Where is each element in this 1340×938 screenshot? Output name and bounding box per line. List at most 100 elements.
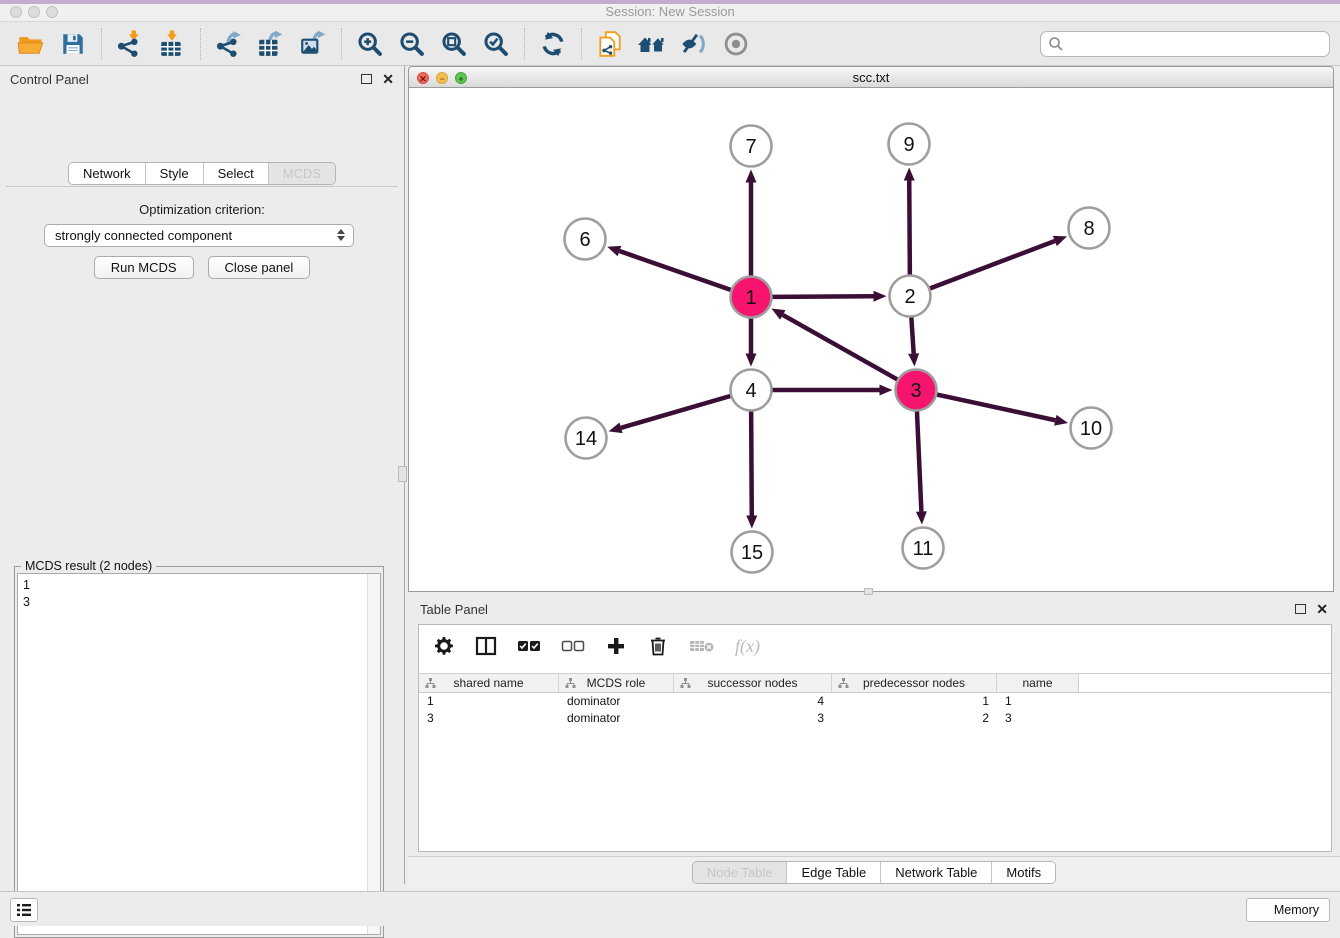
node-6[interactable]: 6 [565, 219, 606, 260]
edge-2-3[interactable] [911, 317, 913, 353]
export-image-icon[interactable] [298, 29, 328, 59]
svg-text:15: 15 [741, 542, 763, 564]
select-stepper-icon [337, 229, 345, 241]
control-panel: Control Panel ✕ NetworkStyleSelectMCDS O… [0, 66, 404, 884]
table-cell: 1 [832, 693, 997, 710]
hierarchy-icon [838, 678, 849, 689]
edge-arrow-1-2 [873, 291, 886, 302]
edge-1-2[interactable] [772, 296, 873, 297]
edge-arrow-3-10 [1054, 415, 1068, 426]
home-icon[interactable] [637, 29, 667, 59]
network-canvas[interactable]: 1 2 3 4 6 7 8 9 10 11 14 15 [408, 88, 1334, 592]
node-9[interactable]: 9 [889, 124, 930, 165]
export-network-icon[interactable] [214, 29, 244, 59]
column-header-name[interactable]: name [997, 674, 1079, 692]
horizontal-splitter-grip[interactable] [864, 588, 873, 595]
table-settings-icon[interactable] [433, 634, 455, 658]
column-label: MCDS role [587, 676, 646, 690]
table-cell: 4 [674, 693, 832, 710]
clone-network-icon[interactable] [595, 29, 625, 59]
tab-select[interactable]: Select [204, 163, 269, 184]
mcds-result-title: MCDS result (2 nodes) [21, 559, 156, 573]
mcds-result-area[interactable]: 13 [17, 573, 381, 935]
zoom-selected-icon[interactable] [481, 29, 511, 59]
table-row[interactable]: 1dominator411 [419, 693, 1331, 710]
close-panel-button[interactable]: Close panel [208, 256, 311, 279]
node-4[interactable]: 4 [731, 370, 772, 411]
tab-edge-table[interactable]: Edge Table [787, 862, 881, 883]
edge-arrow-3-11 [916, 511, 927, 524]
show-all-icon[interactable] [721, 29, 751, 59]
node-7[interactable]: 7 [731, 126, 772, 167]
delete-column-icon[interactable] [647, 634, 669, 658]
tab-node-table[interactable]: Node Table [693, 862, 788, 883]
tab-network-table[interactable]: Network Table [881, 862, 992, 883]
node-table-header-row: shared name MCDS role successor nodesprede… [419, 673, 1331, 693]
edge-arrow-2-3 [908, 353, 919, 366]
svg-text:10: 10 [1080, 418, 1102, 440]
zoom-fit-icon[interactable] [439, 29, 469, 59]
edge-3-11[interactable] [917, 411, 921, 511]
tab-mcds[interactable]: MCDS [269, 163, 335, 184]
edge-arrow-1-6 [607, 246, 621, 256]
tab-motifs[interactable]: Motifs [992, 862, 1055, 883]
node-2[interactable]: 2 [890, 276, 931, 317]
table-panel-close-icon[interactable]: ✕ [1316, 604, 1328, 614]
hierarchy-icon [565, 678, 576, 689]
import-table-icon[interactable] [157, 29, 187, 59]
node-15[interactable]: 15 [732, 532, 773, 573]
edge-1-6[interactable] [619, 251, 730, 290]
edge-arrow-1-4 [746, 354, 757, 367]
split-panel-icon[interactable] [475, 634, 497, 658]
edge-4-15[interactable] [751, 411, 752, 515]
status-bar: Memory [0, 891, 1340, 926]
edge-2-9[interactable] [909, 180, 910, 274]
zoom-out-icon[interactable] [397, 29, 427, 59]
memory-button[interactable]: Memory [1246, 898, 1330, 922]
tab-network[interactable]: Network [69, 163, 146, 184]
node-1[interactable]: 1 [731, 277, 772, 318]
node-3[interactable]: 3 [896, 370, 937, 411]
svg-text:3: 3 [910, 380, 921, 402]
control-panel-close-icon[interactable]: ✕ [382, 74, 394, 84]
edge-2-8[interactable] [930, 241, 1055, 288]
save-session-icon[interactable] [58, 29, 88, 59]
column-header-successor-nodes[interactable]: successor nodes [674, 674, 832, 692]
column-header-predecessor-nodes[interactable]: predecessor nodes [832, 674, 997, 692]
run-mcds-button[interactable]: Run MCDS [94, 256, 194, 279]
result-scrollbar[interactable] [367, 574, 380, 934]
import-network-icon[interactable] [115, 29, 145, 59]
column-header-shared-name[interactable]: shared name [419, 674, 559, 692]
table-cell: 3 [997, 710, 1079, 727]
task-history-button[interactable] [10, 898, 38, 922]
table-row[interactable]: 3dominator323 [419, 710, 1331, 727]
optimization-criterion-select[interactable]: strongly connected component [44, 224, 354, 247]
node-11[interactable]: 11 [903, 528, 944, 569]
edge-3-10[interactable] [937, 395, 1055, 421]
tab-style[interactable]: Style [146, 163, 204, 184]
column-header-MCDS-role[interactable]: MCDS role [559, 674, 674, 692]
column-label: name [1022, 676, 1052, 690]
refresh-icon[interactable] [538, 29, 568, 59]
search-input[interactable] [1040, 31, 1330, 57]
export-table-icon[interactable] [256, 29, 286, 59]
control-panel-float-icon[interactable] [361, 74, 372, 84]
hierarchy-icon [425, 678, 436, 689]
hide-selected-icon[interactable] [679, 29, 709, 59]
deselect-all-icon[interactable] [561, 634, 585, 658]
mcds-result-line: 3 [23, 594, 380, 611]
table-panel-float-icon[interactable] [1295, 604, 1306, 614]
node-10[interactable]: 10 [1071, 408, 1112, 449]
node-8[interactable]: 8 [1069, 208, 1110, 249]
table-panel-title: Table Panel [420, 602, 488, 617]
open-session-icon[interactable] [16, 29, 46, 59]
zoom-in-icon[interactable] [355, 29, 385, 59]
add-column-icon[interactable] [605, 634, 627, 658]
svg-text:14: 14 [575, 428, 597, 450]
edge-4-14[interactable] [621, 396, 730, 428]
control-panel-tabs: NetworkStyleSelectMCDS [68, 162, 336, 185]
select-all-icon[interactable] [517, 634, 541, 658]
edge-3-1[interactable] [783, 315, 897, 380]
vertical-splitter-grip[interactable] [398, 466, 407, 482]
node-14[interactable]: 14 [566, 418, 607, 459]
